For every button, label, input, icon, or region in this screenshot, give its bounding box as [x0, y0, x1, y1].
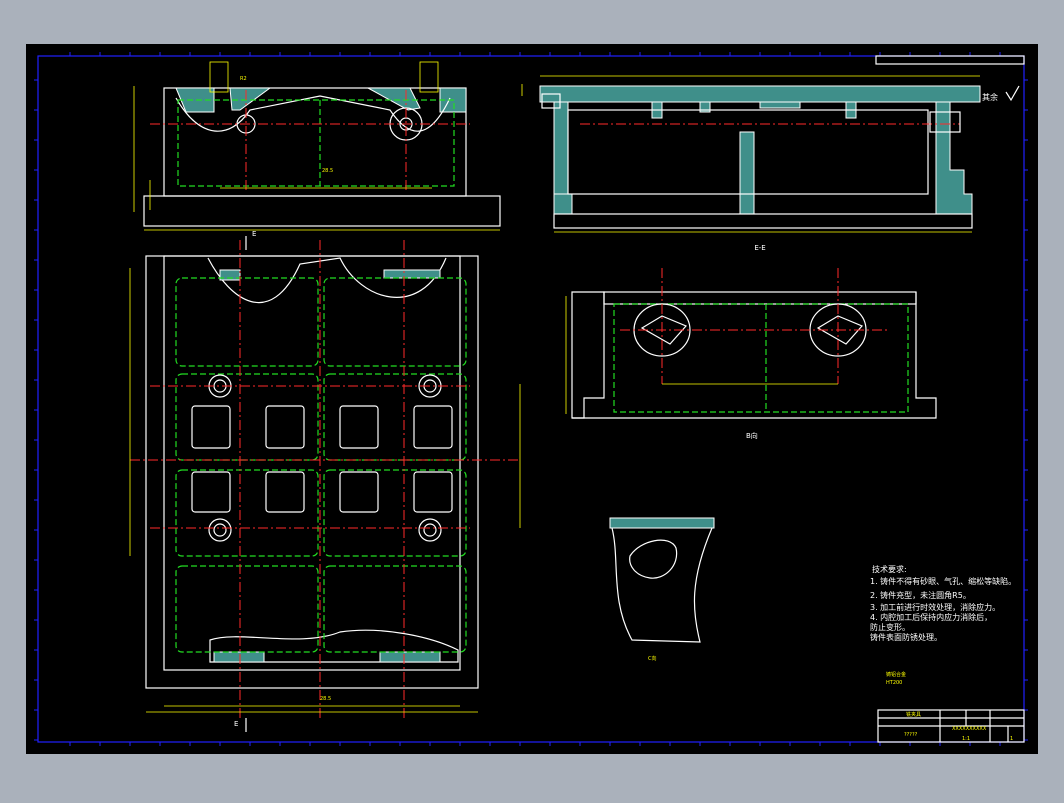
dim-285-b: 28.5 — [320, 696, 331, 702]
section-marker-bottom: E — [234, 720, 238, 728]
notes-heading: 技术要求: — [872, 564, 907, 574]
view-label-b: B向 — [746, 431, 758, 440]
title-top-cell: 铣夹具 — [906, 711, 921, 718]
note-3: 3. 加工前进行时效处理，消除应力。 — [870, 602, 1000, 612]
drawing-sheet — [26, 44, 1038, 754]
title-code: ????? — [904, 732, 918, 738]
roughness-note: 其余 — [982, 92, 998, 102]
cad-drawing: E-E 其余 E E R2 28.5 28.5 B向 C向 技术要求: 1. 铸… — [26, 44, 1038, 754]
note-4: 4. 内腔加工后保持内应力消除后， — [870, 612, 992, 622]
title-drawing-no: XXXXXXXXXX — [952, 726, 987, 732]
note-5: 防止变形。 — [870, 622, 910, 632]
material-label: 铸铝合金 — [886, 671, 906, 678]
title-sheet: 1 — [1010, 736, 1013, 742]
dim-285: 28.5 — [322, 168, 333, 174]
cad-drawing-viewport[interactable]: E-E 其余 E E R2 28.5 28.5 B向 C向 技术要求: 1. 铸… — [0, 0, 1064, 798]
dim-r2-a: R2 — [240, 76, 247, 82]
note-1: 1. 铸件不得有砂眼、气孔、缩松等缺陷。 — [870, 576, 1016, 586]
title-scale: 1:1 — [962, 736, 970, 742]
material-code: HT200 — [886, 680, 902, 686]
note-6: 铸件表面防锈处理。 — [870, 632, 942, 642]
view-label-c: C向 — [648, 655, 657, 662]
note-2: 2. 铸件充型，未注圆角R5。 — [870, 590, 971, 600]
section-label-ee: E-E — [754, 244, 765, 252]
section-marker-top: E — [252, 230, 256, 238]
